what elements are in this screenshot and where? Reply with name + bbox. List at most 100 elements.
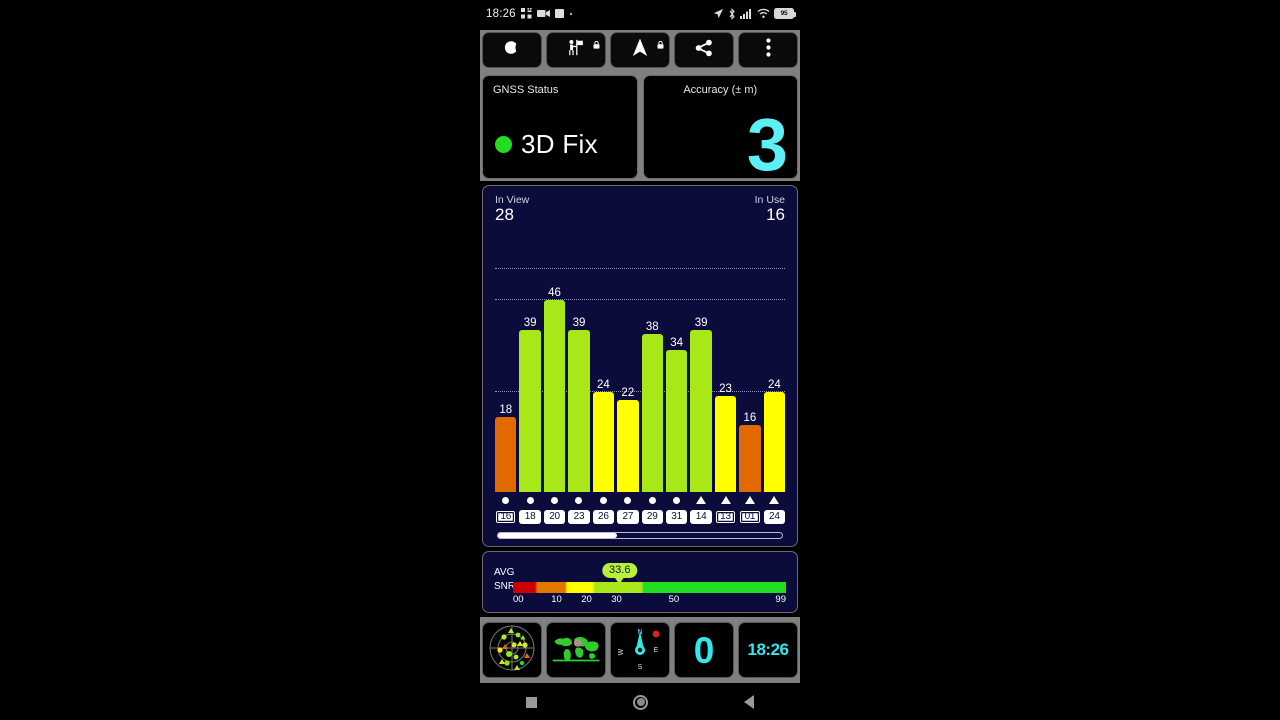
lock-icon	[657, 36, 664, 49]
avg-snr-bubble: 33.6	[602, 563, 638, 584]
satellite-id-badge: 24	[763, 509, 786, 524]
radar-sky-plot-icon	[487, 623, 537, 677]
snr-label: SNR	[494, 580, 516, 592]
status-indicator-dot	[495, 136, 512, 153]
compass-widget[interactable]: N E S W	[610, 622, 670, 678]
satellite-type-marker	[715, 494, 736, 506]
circle-marker-icon	[502, 496, 510, 504]
bar-value-label: 38	[645, 320, 659, 333]
speed-widget[interactable]: 0	[674, 622, 734, 678]
snr-bars: 18 39 46 39 24 22 38 34 39 23 16 24	[495, 242, 786, 492]
bottom-widget-bar: N E S W 0 18:26	[480, 617, 800, 683]
wifi-icon	[757, 8, 770, 19]
satellite-type-marker	[690, 494, 711, 506]
satellite-type-marker	[642, 494, 663, 506]
chart-scrollbar[interactable]	[497, 532, 783, 539]
satellite-snr-bar	[641, 333, 663, 492]
gps-test-app: GNSS Status 3D Fix Accuracy (± m) 3 In V…	[480, 30, 800, 684]
compass-icon: N E S W	[614, 623, 666, 677]
svg-text:W: W	[618, 648, 625, 655]
surveyor-icon	[567, 39, 586, 61]
satellite-bar-column: 18	[495, 242, 517, 492]
lock-icon	[593, 36, 600, 49]
satellite-bar-column: 16	[739, 242, 761, 492]
satellite-snr-chart-panel[interactable]: In View 28 In Use 16 18 39 46 39 24 22 38 34 39 2…	[482, 185, 798, 547]
battery-icon: 95	[774, 8, 796, 19]
overflow-menu-button[interactable]	[738, 32, 798, 68]
satellite-id-cell: 23	[568, 509, 590, 524]
moon-icon	[504, 39, 521, 61]
back-triangle-icon[interactable]	[744, 695, 754, 709]
bar-value-label: 22	[621, 387, 635, 400]
satellite-id-badge: 14	[690, 509, 712, 524]
snr-tick-label: 20	[581, 594, 592, 605]
triangle-marker-icon	[744, 496, 755, 504]
satellite-id-labels: 16 18 20 23 26 27 29 31 14 13 01 24	[495, 509, 786, 524]
speed-value: 0	[693, 629, 715, 671]
accuracy-card[interactable]: Accuracy (± m) 3	[642, 75, 798, 182]
bar-value-label: 24	[767, 379, 781, 391]
snr-tick-label: 10	[551, 594, 562, 605]
phone-screen: 18:26 95 GNSS Status 3D Fix Accuracy (± …	[478, 0, 802, 720]
satellite-bar-column: 39	[519, 242, 541, 492]
snr-average-panel[interactable]: AVG SNR 33.6 00 10 20 30 50 99	[482, 551, 798, 613]
navigation-button[interactable]	[610, 32, 670, 68]
circle-marker-icon	[575, 496, 583, 504]
satellite-snr-bar	[763, 392, 786, 492]
gnss-fix-row: 3D Fix	[495, 129, 598, 160]
dot-icon	[569, 12, 573, 16]
satellite-snr-bar	[519, 329, 541, 492]
satellite-id-cell: 27	[617, 509, 639, 524]
satellite-snr-bar	[568, 329, 590, 492]
triangle-marker-icon	[696, 496, 707, 504]
world-map-icon	[551, 631, 601, 670]
satellite-snr-bar	[690, 329, 712, 492]
snr-tick-label: 50	[668, 594, 680, 605]
satellite-bar-column: 24	[763, 242, 786, 492]
qr-code-icon	[520, 8, 532, 19]
circle-marker-icon	[673, 496, 681, 504]
satellite-snr-bar	[714, 396, 737, 492]
satellite-snr-bar	[543, 300, 566, 492]
circle-marker-icon	[599, 496, 607, 504]
sky-view-widget[interactable]	[482, 622, 542, 678]
gnss-status-title: GNSS Status	[493, 84, 559, 96]
satellite-type-marker	[617, 494, 638, 506]
satellite-id-cell: 29	[641, 509, 663, 524]
satellite-type-marker	[519, 494, 540, 506]
satellite-snr-bar	[495, 417, 517, 492]
satellite-id-badge: 29	[641, 509, 663, 524]
satellite-bar-column: 39	[690, 242, 712, 492]
satellite-id-badge: 18	[519, 509, 541, 524]
satellite-id-cell: 31	[665, 509, 688, 524]
satellite-id-cell: 24	[763, 509, 786, 524]
satellite-id-cell: 20	[543, 509, 566, 524]
satellite-type-marker	[666, 494, 687, 506]
chart-scrollbar-thumb[interactable]	[498, 533, 618, 538]
satellite-snr-bar	[665, 350, 688, 492]
satellite-counts: In View 28 In Use 16	[483, 186, 797, 224]
satellite-id-badge: 01	[739, 509, 761, 524]
snr-scale-ticks: 00 10 20 30 50 99	[513, 594, 786, 606]
accuracy-title: Accuracy (± m)	[683, 84, 758, 96]
svg-text:S: S	[638, 664, 643, 671]
share-button[interactable]	[674, 32, 734, 68]
android-nav-bar	[478, 684, 802, 720]
cellular-signal-icon	[740, 8, 753, 19]
home-circle-icon[interactable]	[633, 694, 648, 710]
surveyor-button[interactable]	[546, 32, 606, 68]
night-mode-button[interactable]	[482, 32, 542, 68]
clock-widget[interactable]: 18:26	[738, 622, 798, 678]
bar-value-label: 39	[572, 316, 586, 329]
satellite-type-marker	[568, 494, 589, 506]
snr-tick-label: 30	[611, 594, 622, 605]
bluetooth-icon	[728, 7, 736, 20]
satellite-id-badge: 13	[714, 509, 737, 524]
recents-square-icon[interactable]	[526, 696, 537, 708]
gnss-status-card[interactable]: GNSS Status 3D Fix	[482, 75, 638, 179]
map-widget[interactable]	[546, 622, 606, 678]
in-view-value: 28	[495, 205, 514, 224]
triangle-marker-icon	[720, 496, 731, 504]
satellite-id-cell: 14	[690, 509, 712, 524]
satellite-id-cell: 13	[714, 509, 737, 524]
